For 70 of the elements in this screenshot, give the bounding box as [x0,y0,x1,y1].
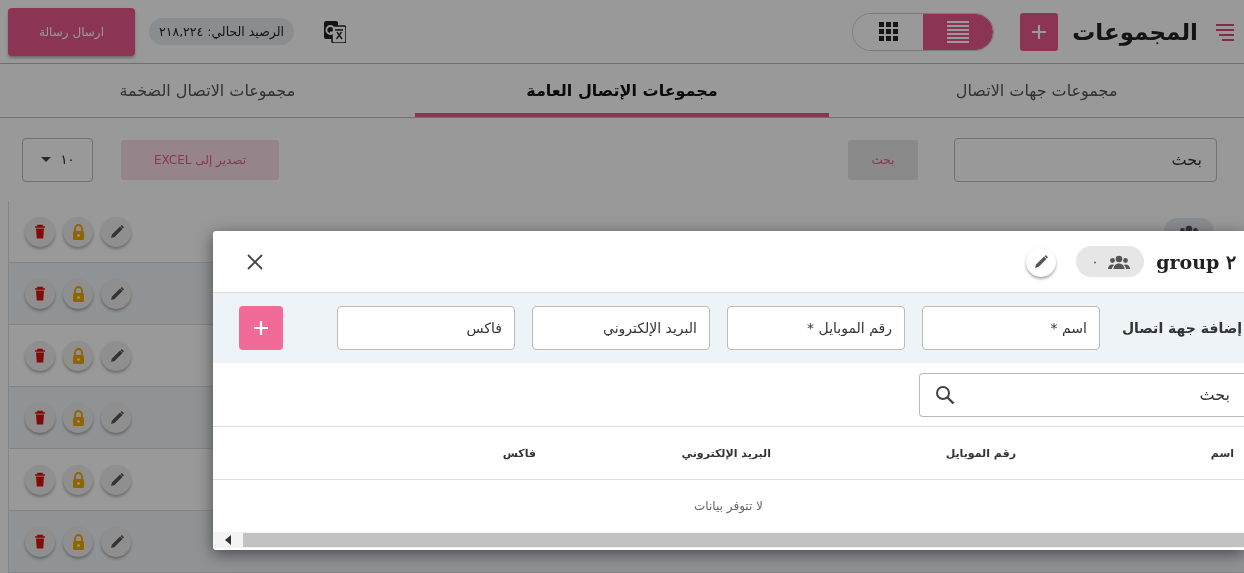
trash-icon [32,285,48,302]
menu-icon [1216,22,1234,41]
horizontal-scrollbar[interactable] [213,532,1244,548]
column-header: فاكس [501,446,536,460]
add-contact-label: إضافة جهة اتصال [1121,320,1242,336]
trash-icon [32,223,48,240]
empty-message: لا تتوفر بيانات [694,499,763,513]
pencil-icon [108,347,124,364]
add-contact-button[interactable] [239,306,283,350]
add-group-button[interactable] [1020,12,1059,51]
edit-button[interactable] [101,340,131,371]
delete-button[interactable] [25,340,55,371]
pencil-icon [108,409,124,426]
people-icon [1108,254,1131,269]
column-header: البريد الإلكتروني [680,446,771,460]
pencil-icon [108,285,124,302]
search-field[interactable]: بحث [919,372,1244,417]
search-icon [935,384,955,405]
edit-button[interactable] [101,464,131,495]
lock-icon [70,533,86,550]
edit-button[interactable] [1025,246,1056,277]
pencil-icon [108,223,124,240]
delete-button[interactable] [25,526,55,557]
lock-icon [70,223,86,240]
delete-button[interactable] [25,402,55,433]
trash-icon [32,409,48,426]
column-header: اسم [1209,446,1234,460]
lock-button[interactable] [63,464,93,495]
input-field[interactable]: اسم * [921,306,1100,350]
trash-icon [32,347,48,364]
delete-button[interactable] [25,464,55,495]
translate-icon [323,20,346,43]
input-field[interactable]: رقم الموبايل * [726,306,905,350]
grid-icon [878,22,898,41]
trash-icon [32,471,48,488]
scrollbar-thumb[interactable] [243,533,1244,547]
member-count: ٠ [1091,254,1099,269]
page-size-value: ١٠ [60,152,75,167]
lock-icon [70,471,86,488]
close-icon [247,253,263,270]
delete-button[interactable] [25,278,55,309]
column-header: رقم الموبايل [944,446,1016,460]
input-field[interactable]: البريد الإلكتروني [531,306,710,350]
edit-button[interactable] [101,402,131,433]
send-message-button[interactable]: ارسال رسالة [8,7,135,56]
scroll-left-arrow-icon [225,535,231,545]
list-icon [947,20,970,43]
balance-chip: الرصيد الحالي: ٢١٨,٢٢٤ [149,18,294,45]
lock-icon [70,285,86,302]
dropdown-caret-icon [40,157,51,162]
edit-button[interactable] [101,278,131,309]
input-field[interactable]: فاكس [336,306,515,350]
lock-icon [70,409,86,426]
page-size-select[interactable]: ١٠ [22,137,93,182]
search-field[interactable]: بحث [954,137,1217,182]
plus-icon [251,318,271,338]
lock-icon [70,347,86,364]
dialog-title: group ٢ [1156,250,1236,273]
list-view-button[interactable] [923,13,994,50]
pencil-icon [1033,253,1049,270]
lock-button[interactable] [63,340,93,371]
search-button[interactable]: بحث [848,139,918,180]
trash-icon [32,533,48,550]
pencil-icon [108,471,124,488]
edit-button[interactable] [101,526,131,557]
pencil-icon [108,533,124,550]
lock-button[interactable] [63,216,93,247]
delete-button[interactable] [25,216,55,247]
page-title: المجموعات [1072,18,1198,45]
edit-button[interactable] [101,216,131,247]
